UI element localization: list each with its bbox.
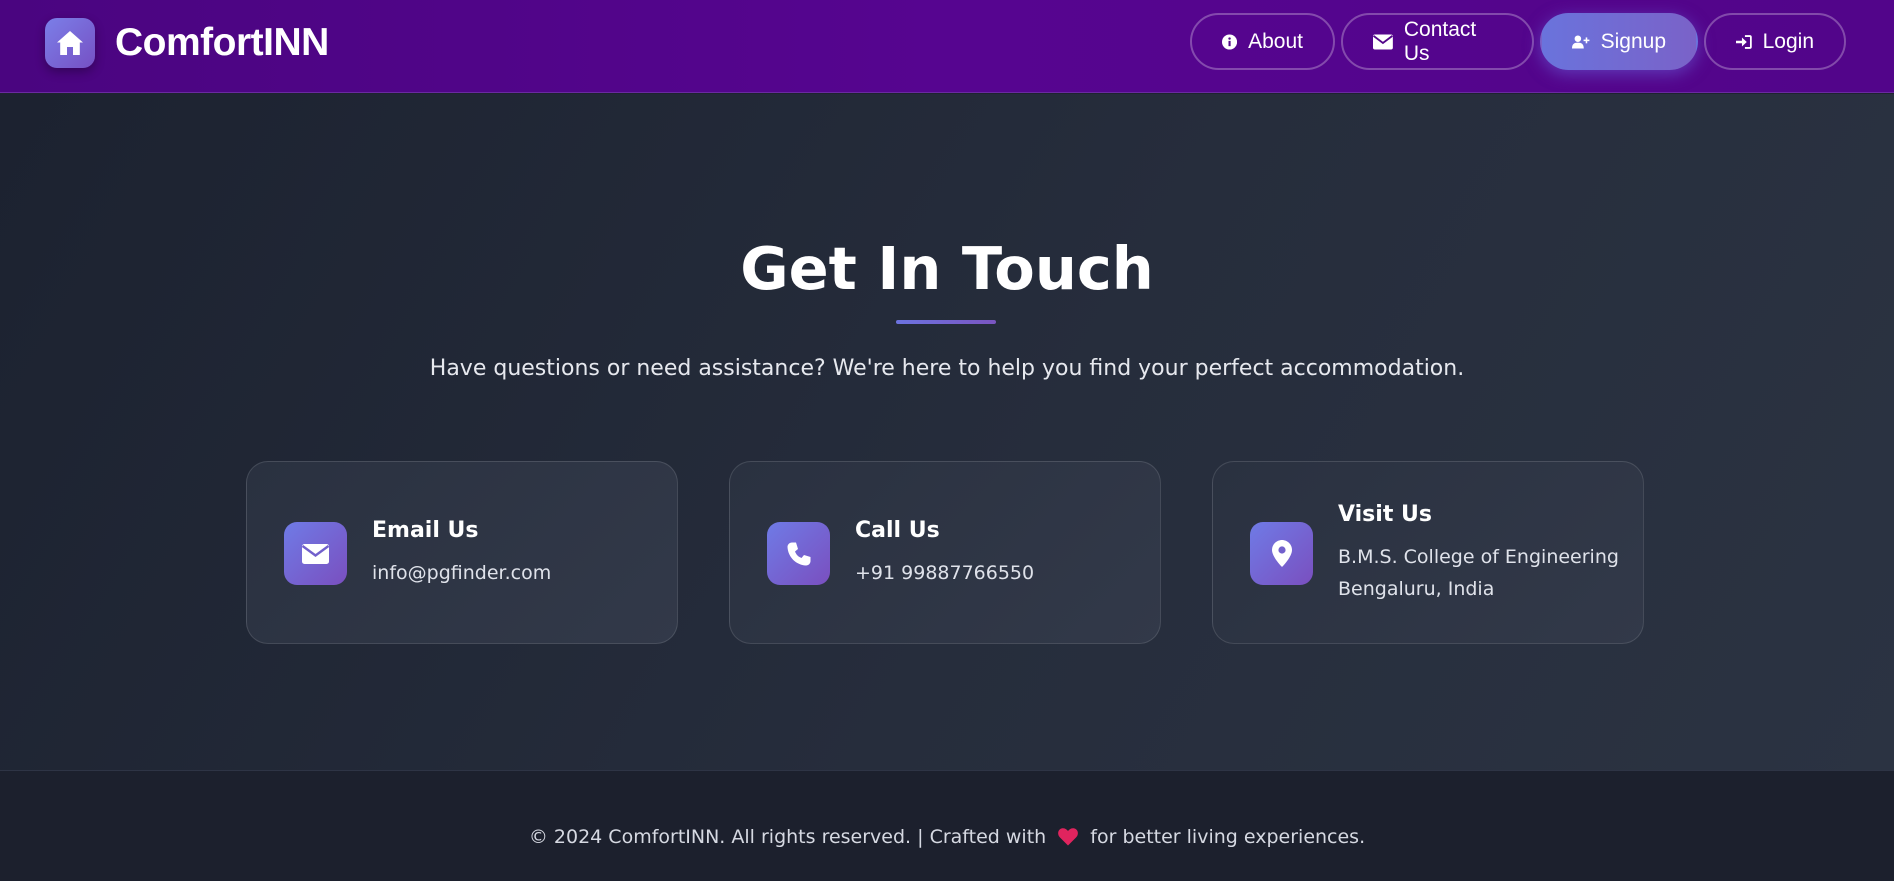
- login-button[interactable]: Login: [1704, 13, 1846, 70]
- phone-number[interactable]: +91 99887766550: [855, 557, 1034, 589]
- page-subtitle: Have questions or need assistance? We're…: [429, 356, 1465, 381]
- navbar: ComfortINN About Contact Us Signup Login: [0, 0, 1894, 93]
- user-plus-icon: [1572, 34, 1590, 49]
- signup-label: Signup: [1600, 29, 1666, 53]
- info-icon: [1222, 33, 1238, 50]
- about-label: About: [1248, 29, 1303, 53]
- footer-copyright: © 2024 ComfortINN. All rights reserved. …: [528, 826, 1047, 848]
- nav-links: About Contact Us Signup Login: [1190, 13, 1846, 70]
- address-line-1: B.M.S. College of Engineering: [1338, 546, 1619, 568]
- heart-icon: [1058, 828, 1079, 851]
- home-icon: [45, 18, 95, 68]
- email-card: Email Us info@pgfinder.com: [246, 461, 678, 644]
- call-card-text: Call Us +91 99887766550: [855, 462, 1034, 645]
- call-card-title: Call Us: [855, 518, 940, 543]
- map-pin-icon: [1250, 522, 1313, 585]
- visit-card-title: Visit Us: [1338, 502, 1432, 527]
- page-title: Get In Touch: [740, 234, 1154, 303]
- visit-card: Visit Us B.M.S. College of Engineering B…: [1212, 461, 1644, 644]
- brand[interactable]: ComfortINN: [45, 17, 329, 69]
- address-line-2: Bengaluru, India: [1338, 578, 1495, 600]
- email-card-title: Email Us: [372, 518, 479, 543]
- brand-name: ComfortINN: [115, 21, 329, 64]
- email-address[interactable]: info@pgfinder.com: [372, 557, 551, 589]
- footer-tagline: for better living experiences.: [1090, 826, 1366, 848]
- signup-button[interactable]: Signup: [1540, 13, 1698, 70]
- contact-us-label: Contact Us: [1403, 17, 1477, 65]
- visit-card-text: Visit Us B.M.S. College of Engineering B…: [1338, 462, 1619, 645]
- footer: © 2024 ComfortINN. All rights reserved. …: [0, 770, 1894, 881]
- envelope-icon: [1373, 33, 1393, 50]
- envelope-icon: [284, 522, 347, 585]
- contact-us-button[interactable]: Contact Us: [1341, 13, 1534, 70]
- phone-icon: [767, 522, 830, 585]
- contact-section: Get In Touch Have questions or need assi…: [0, 94, 1894, 770]
- email-card-text: Email Us info@pgfinder.com: [372, 462, 551, 645]
- login-label: Login: [1762, 29, 1814, 53]
- title-underline: [896, 320, 996, 324]
- sign-in-icon: [1736, 34, 1752, 49]
- footer-text: © 2024 ComfortINN. All rights reserved. …: [0, 826, 1894, 851]
- about-button[interactable]: About: [1190, 13, 1335, 70]
- call-card: Call Us +91 99887766550: [729, 461, 1161, 644]
